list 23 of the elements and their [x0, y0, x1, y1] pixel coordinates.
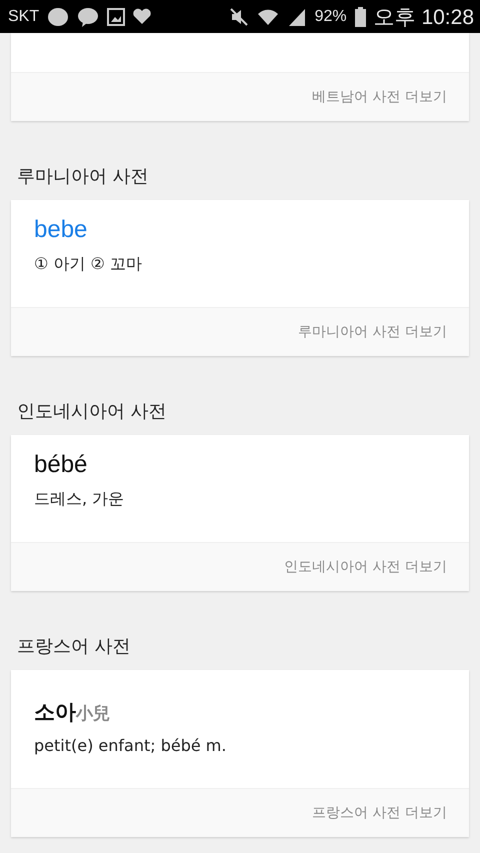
signal-icon	[286, 6, 307, 26]
carrier-label: SKT	[8, 8, 40, 26]
section-title: 인도네시아어 사전	[16, 400, 168, 424]
hanja-text: 小兒	[76, 704, 110, 725]
meaning-text: 드레스, 가운	[34, 489, 126, 510]
heart-icon	[133, 8, 152, 25]
image-icon	[107, 8, 126, 26]
mute-icon	[228, 6, 249, 26]
section-title: 루마니아어 사전	[16, 165, 150, 189]
more-link[interactable]: 프랑스어 사전 더보기	[312, 804, 447, 822]
headword-link[interactable]: bebe	[34, 216, 446, 244]
more-link[interactable]: 인도네시아어 사전 더보기	[284, 558, 447, 576]
clock: 오후 10:28	[374, 4, 474, 30]
battery-icon	[354, 6, 366, 26]
section-title: 프랑스어 사전	[16, 635, 132, 659]
talk-bubble-icon	[77, 6, 100, 26]
meaning-text: ① 아기 ② 꼬마	[34, 254, 143, 275]
meaning-text: petit(e) enfant; bébé m.	[34, 736, 228, 755]
more-link[interactable]: 베트남어 사전 더보기	[312, 88, 447, 106]
more-link[interactable]: 루마니아어 사전 더보기	[298, 323, 447, 341]
headword: bébé	[34, 451, 88, 479]
battery-percent: 92%	[314, 8, 347, 26]
headword: 소아	[34, 700, 76, 726]
